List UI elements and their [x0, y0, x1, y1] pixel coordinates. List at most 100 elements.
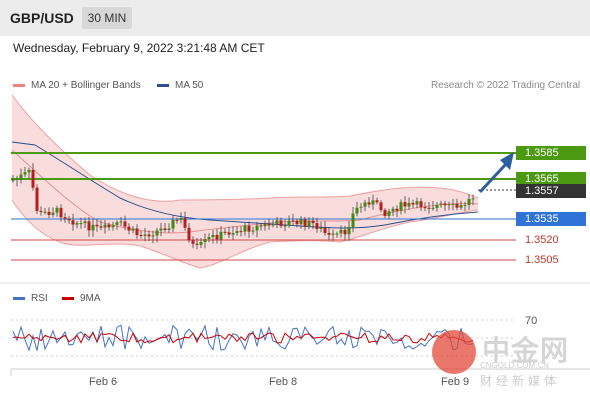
candle-body — [179, 218, 183, 220]
candle-body — [139, 235, 143, 236]
candle-body — [227, 232, 231, 235]
candle-body — [447, 204, 451, 206]
candle-body — [387, 211, 391, 216]
candle-body — [259, 225, 263, 227]
candle-body — [183, 218, 187, 228]
candle-body — [239, 231, 243, 233]
candle-body — [67, 218, 71, 221]
candle-body — [143, 234, 147, 236]
candle-body — [171, 219, 175, 229]
candle-body — [263, 223, 267, 227]
candle-body — [231, 233, 235, 235]
candle-body — [283, 225, 287, 227]
candle-body — [39, 211, 43, 212]
candle-body — [403, 202, 407, 207]
rsi-ma-swatch — [62, 297, 74, 300]
candle-body — [351, 213, 355, 227]
candle-body — [291, 220, 295, 222]
candle-body — [271, 224, 275, 226]
candle-body — [375, 200, 379, 203]
candle-body — [415, 201, 419, 205]
candle-body — [355, 207, 359, 214]
candle-body — [327, 233, 331, 235]
candle-body — [379, 202, 383, 211]
candle-body — [95, 224, 99, 227]
legend-rsi: RSI — [13, 293, 48, 304]
candle-body — [115, 222, 119, 225]
candle-body — [435, 204, 439, 208]
candle-body — [207, 237, 211, 239]
candle-body — [175, 219, 179, 221]
candle-body — [99, 226, 103, 228]
candle-body — [275, 220, 279, 225]
candle-body — [315, 223, 319, 229]
candle-body — [419, 201, 423, 208]
candle-body — [243, 225, 247, 232]
candle-body — [59, 207, 63, 218]
resistance-2-tag: 1.3585 — [516, 146, 586, 160]
candle-body — [303, 219, 307, 227]
candle-body — [51, 212, 55, 215]
candle-body — [391, 208, 395, 212]
watermark-sub-text: 财经新媒体 — [480, 374, 561, 388]
candle-body — [411, 203, 415, 205]
candle-body — [467, 199, 471, 205]
candle-body — [203, 239, 207, 242]
candle-body — [155, 230, 159, 236]
candle-body — [267, 223, 271, 226]
candle-body — [163, 228, 167, 230]
candle-body — [215, 234, 219, 240]
candle-body — [427, 207, 431, 209]
candle-body — [279, 220, 283, 227]
candle-body — [91, 224, 95, 231]
candle-body — [11, 179, 15, 181]
candle-body — [223, 231, 227, 233]
candle-body — [211, 234, 215, 237]
candle-body — [107, 224, 111, 228]
candle-body — [331, 233, 335, 235]
candle-body — [47, 211, 51, 215]
candle-body — [199, 242, 203, 245]
candle-body — [123, 221, 127, 227]
candle-body — [23, 172, 27, 175]
candle-body — [235, 231, 239, 234]
candle-body — [295, 220, 299, 225]
watermark-logo-icon — [432, 330, 476, 374]
candle-body — [383, 210, 387, 216]
x-label-feb8: Feb 8 — [269, 376, 298, 388]
candle-body — [431, 207, 435, 209]
candle-body — [35, 187, 39, 211]
candle-body — [79, 223, 83, 225]
candle-body — [151, 235, 155, 237]
candle-body — [423, 207, 427, 209]
candle-body — [471, 198, 475, 200]
candle-body — [395, 208, 399, 211]
rsi-legend-label: RSI — [31, 293, 48, 304]
candle-body — [359, 206, 363, 208]
support-2-label: 1.3505 — [525, 254, 559, 266]
last-price-tag: 1.3557 — [516, 184, 586, 198]
bollinger-band — [12, 95, 478, 268]
candle-body — [19, 174, 23, 179]
candle-body — [55, 207, 59, 213]
candle-body — [455, 203, 459, 208]
candle-body — [187, 227, 191, 241]
watermark-site-text: CNGOLD.COM.CN — [480, 361, 549, 370]
candle-body — [287, 220, 291, 226]
rsi-swatch — [13, 297, 25, 300]
candle-body — [87, 221, 91, 231]
candle-body — [343, 229, 347, 235]
candle-body — [219, 231, 223, 240]
candle-body — [463, 204, 467, 206]
candle-body — [83, 221, 87, 224]
candle-body — [323, 227, 327, 233]
candle-body — [195, 243, 199, 245]
candle-body — [135, 228, 139, 235]
rsi-ma-legend-label: 9MA — [80, 293, 101, 304]
candle-body — [407, 203, 411, 207]
candle-body — [459, 205, 463, 208]
candle-body — [131, 228, 135, 231]
candle-body — [119, 221, 123, 223]
candle-body — [363, 202, 367, 207]
candle-body — [319, 227, 323, 229]
